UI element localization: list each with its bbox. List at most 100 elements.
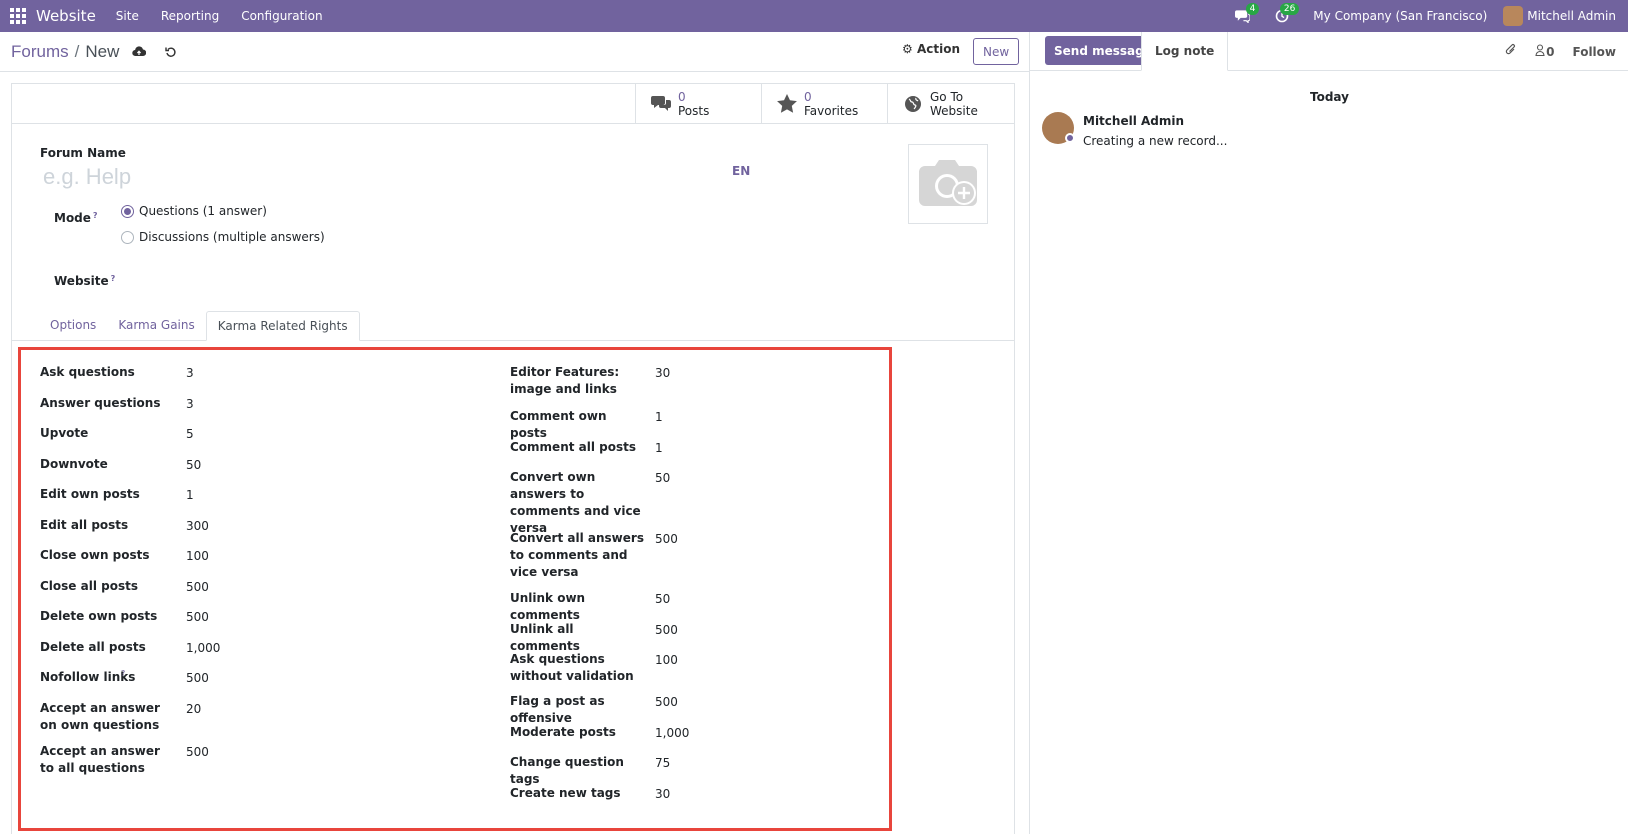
breadcrumb: Forums / New xyxy=(11,42,119,62)
karma-field-value[interactable]: 500 xyxy=(186,579,209,596)
forum-name-input[interactable]: e.g. Help xyxy=(43,164,131,190)
app-name[interactable]: Website xyxy=(36,7,96,25)
favorites-label: Favorites xyxy=(804,103,859,118)
radio-selected[interactable] xyxy=(121,204,134,218)
karma-field-value[interactable]: 300 xyxy=(186,518,209,535)
karma-help-icon[interactable]: ? xyxy=(121,669,125,678)
karma-field-value[interactable]: 1,000 xyxy=(655,725,689,742)
menu-reporting[interactable]: Reporting xyxy=(161,9,219,23)
karma-field-value[interactable]: 1 xyxy=(655,409,663,426)
karma-field-value[interactable]: 30 xyxy=(655,786,670,803)
user-name: Mitchell Admin xyxy=(1527,9,1616,23)
tab-options[interactable]: Options xyxy=(39,310,107,340)
karma-field-value[interactable]: 20 xyxy=(186,701,201,718)
karma-field-value[interactable]: 30 xyxy=(655,365,670,382)
karma-field-label: Downvote xyxy=(40,456,175,473)
karma-field-label: Answer questions xyxy=(40,395,175,412)
karma-field-value[interactable]: 5 xyxy=(186,426,194,443)
posts-count: 0 xyxy=(678,89,686,104)
karma-field-label-text: Delete all posts xyxy=(40,640,146,654)
karma-field-row: Comment all posts 1 xyxy=(510,439,663,456)
menu-configuration[interactable]: Configuration xyxy=(241,9,322,23)
karma-field-label-text: Flag a post as offensive xyxy=(510,694,605,725)
activities-button[interactable]: 26 xyxy=(1265,0,1300,32)
breadcrumb-forums[interactable]: Forums xyxy=(11,42,69,61)
user-menu[interactable]: Mitchell Admin xyxy=(1503,6,1616,26)
karma-field-value[interactable]: 100 xyxy=(186,548,209,565)
karma-field-label-text: Close all posts xyxy=(40,579,138,593)
save-cloud-icon[interactable] xyxy=(131,44,147,60)
divider xyxy=(12,123,1014,124)
favorites-stat-button[interactable]: 0 Favorites xyxy=(762,84,888,123)
star-icon xyxy=(776,93,798,115)
karma-field-value[interactable]: 1 xyxy=(186,487,194,504)
karma-field-value[interactable]: 50 xyxy=(186,457,201,474)
karma-field-value[interactable]: 500 xyxy=(186,609,209,626)
forum-image-upload[interactable] xyxy=(908,144,988,224)
posts-stat-button[interactable]: 0 Posts xyxy=(636,84,762,123)
follow-button[interactable]: Follow xyxy=(1572,45,1616,59)
karma-field-row: Accept an answer on own questions 20 xyxy=(40,700,201,734)
menu-site[interactable]: Site xyxy=(116,9,139,23)
karma-field-value[interactable]: 500 xyxy=(655,531,678,548)
website-help-icon[interactable]: ? xyxy=(111,274,116,283)
karma-field-value[interactable]: 50 xyxy=(655,470,670,487)
karma-field-label-text: Editor Features: image and links xyxy=(510,365,620,396)
website-field-label: Website? xyxy=(54,274,115,288)
karma-field-label: Edit all posts xyxy=(40,517,175,534)
discard-undo-icon[interactable] xyxy=(163,44,179,60)
language-toggle[interactable]: EN xyxy=(732,164,750,178)
karma-field-label-text: Accept an answer to all questions xyxy=(40,744,160,775)
gear-icon: ⚙ xyxy=(902,42,913,56)
control-panel: Forums / New ⚙ Action New xyxy=(0,32,1030,72)
go-to-website-button[interactable]: Go To Website xyxy=(888,84,1014,123)
top-navbar: Website Site Reporting Configuration 4 2… xyxy=(0,0,1628,32)
camera-add-icon xyxy=(919,160,977,206)
radio-unselected[interactable] xyxy=(121,230,134,244)
karma-field-value[interactable]: 500 xyxy=(655,694,678,711)
messages-button[interactable]: 4 xyxy=(1225,0,1260,32)
karma-field-row: Unlink own comments 50 xyxy=(510,590,670,624)
karma-field-value[interactable]: 50 xyxy=(655,591,670,608)
karma-field-label-text: Ask questions without validation xyxy=(510,652,634,683)
karma-field-value[interactable]: 1,000 xyxy=(186,640,220,657)
karma-field-row: Accept an answer to all questions 500 xyxy=(40,743,209,777)
karma-rights-panel: Ask questions 3 Answer questions 3 Upvote 5 Do… xyxy=(18,347,892,831)
new-button[interactable]: New xyxy=(973,38,1020,65)
paperclip-icon[interactable] xyxy=(1505,43,1517,60)
karma-field-row: Editor Features: image and links 30 xyxy=(510,364,670,398)
form-sheet: 0 Posts 0 Favorites Go To Website Forum Nam… xyxy=(11,83,1015,834)
apps-menu-icon[interactable] xyxy=(0,0,36,32)
karma-field-value[interactable]: 500 xyxy=(186,670,209,687)
favorites-count: 0 xyxy=(804,89,812,104)
author-avatar[interactable] xyxy=(1042,112,1075,144)
karma-field-value[interactable]: 500 xyxy=(655,622,678,639)
company-switcher[interactable]: My Company (San Francisco) xyxy=(1313,9,1487,23)
karma-field-label: Convert all answers to comments and vice… xyxy=(510,530,645,581)
log-note-button[interactable]: Log note xyxy=(1141,32,1229,71)
tab-karma-related-rights[interactable]: Karma Related Rights xyxy=(205,311,360,341)
karma-field-value[interactable]: 1 xyxy=(655,440,663,457)
karma-field-label: Upvote xyxy=(40,425,175,442)
karma-field-label: Close all posts xyxy=(40,578,175,595)
mode-help-icon[interactable]: ? xyxy=(93,211,98,220)
followers-count: 0 xyxy=(1546,45,1555,59)
karma-field-label: Ask questions without validation xyxy=(510,651,645,685)
karma-field-value[interactable]: 75 xyxy=(655,755,670,772)
karma-field-row: Close own posts 100 xyxy=(40,547,209,564)
karma-field-label: Accept an answer on own questions xyxy=(40,700,175,734)
karma-field-label: Comment own posts xyxy=(510,408,645,442)
mode-option-discussions[interactable]: Discussions (multiple answers) xyxy=(121,230,325,244)
tab-karma-gains[interactable]: Karma Gains xyxy=(107,310,205,340)
karma-field-row: Delete own posts 500 xyxy=(40,608,209,625)
karma-field-label: Delete own posts xyxy=(40,608,175,625)
karma-field-value[interactable]: 3 xyxy=(186,365,194,382)
karma-field-value[interactable]: 3 xyxy=(186,396,194,413)
karma-field-label-text: Comment own posts xyxy=(510,409,607,440)
karma-field-label-text: Moderate posts xyxy=(510,725,616,739)
mode-option-questions[interactable]: Questions (1 answer) xyxy=(121,204,267,218)
karma-field-value[interactable]: 100 xyxy=(655,652,678,669)
karma-field-value[interactable]: 500 xyxy=(186,744,209,761)
action-button[interactable]: ⚙ Action xyxy=(902,42,960,56)
followers-button[interactable]: 0 xyxy=(1535,44,1554,59)
